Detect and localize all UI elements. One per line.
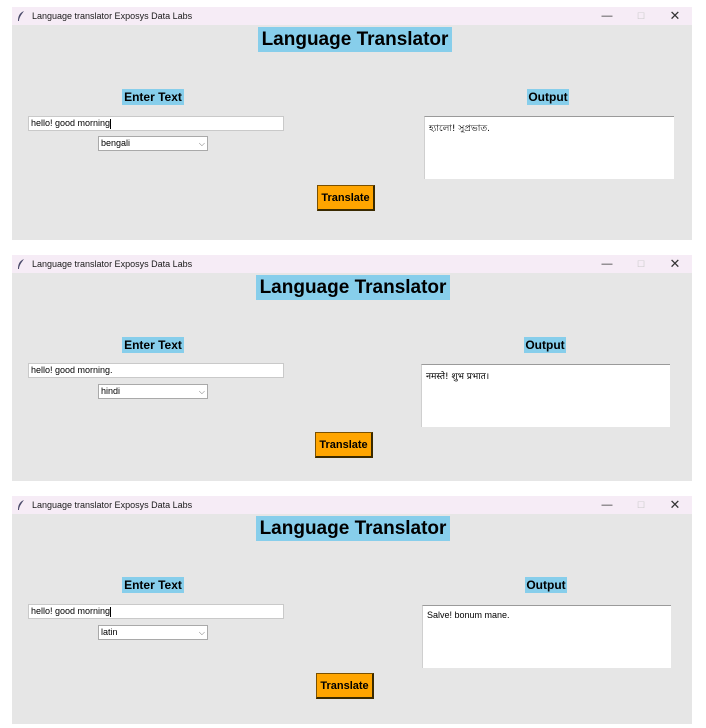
input-text-field[interactable]: hello! good morning: [28, 116, 284, 131]
input-text-field[interactable]: hello! good morning.: [28, 363, 284, 378]
feather-icon: [18, 500, 24, 510]
chevron-down-icon: ⌵: [198, 139, 205, 148]
input-text-value: hello! good morning: [31, 118, 111, 128]
title-bar: Language translator Exposys Data Labs — …: [12, 255, 692, 273]
app-heading: Language Translator: [256, 275, 450, 300]
maximize-icon[interactable]: ☐: [624, 7, 658, 25]
language-select[interactable]: hindi ⌵: [98, 384, 208, 399]
output-text: नमस्ते! शुभ प्रभात।: [426, 372, 490, 382]
output-label: Output: [527, 89, 569, 105]
minimize-icon[interactable]: —: [590, 255, 624, 273]
title-bar: Language translator Exposys Data Labs — …: [12, 7, 692, 25]
minimize-icon[interactable]: —: [590, 496, 624, 514]
translator-window-bengali: Language translator Exposys Data Labs — …: [12, 7, 692, 240]
window-title: Language translator Exposys Data Labs: [32, 11, 193, 21]
input-text-value: hello! good morning.: [31, 365, 113, 375]
language-select-value: latin: [101, 627, 118, 637]
text-caret: [110, 118, 112, 129]
minimize-icon[interactable]: —: [590, 7, 624, 25]
text-caret: [110, 606, 112, 617]
translate-button[interactable]: Translate: [316, 673, 374, 699]
enter-text-label: Enter Text: [122, 577, 184, 593]
translator-window-hindi: Language translator Exposys Data Labs — …: [12, 255, 692, 481]
enter-text-label: Enter Text: [122, 337, 184, 353]
language-select-value: bengali: [101, 138, 131, 148]
window-title: Language translator Exposys Data Labs: [32, 259, 193, 269]
close-icon[interactable]: ✕: [658, 255, 692, 273]
window-title: Language translator Exposys Data Labs: [32, 500, 193, 510]
chevron-down-icon: ⌵: [198, 387, 205, 396]
app-heading: Language Translator: [256, 516, 450, 541]
enter-text-label: Enter Text: [122, 89, 184, 105]
language-select[interactable]: bengali ⌵: [98, 136, 208, 151]
translate-button[interactable]: Translate: [315, 432, 373, 458]
translate-button[interactable]: Translate: [317, 185, 375, 211]
close-icon[interactable]: ✕: [658, 496, 692, 514]
feather-icon: [18, 259, 24, 269]
language-select-value: hindi: [101, 386, 121, 396]
feather-icon: [18, 11, 24, 21]
output-text: Salve! bonum mane.: [427, 610, 510, 620]
chevron-down-icon: ⌵: [198, 628, 205, 637]
output-textbox[interactable]: नमस्ते! शुभ प्रभात।: [421, 364, 670, 427]
title-bar: Language translator Exposys Data Labs — …: [12, 496, 692, 514]
output-textbox[interactable]: Salve! bonum mane.: [422, 605, 671, 668]
input-text-value: hello! good morning: [31, 606, 111, 616]
app-heading: Language Translator: [258, 27, 452, 52]
output-label: Output: [524, 337, 566, 353]
language-select[interactable]: latin ⌵: [98, 625, 208, 640]
output-textbox[interactable]: হ্যালো! সুপ্রভাত.: [424, 116, 674, 179]
input-text-field[interactable]: hello! good morning: [28, 604, 284, 619]
translator-window-latin: Language translator Exposys Data Labs — …: [12, 496, 692, 724]
maximize-icon[interactable]: ☐: [624, 496, 658, 514]
close-icon[interactable]: ✕: [658, 7, 692, 25]
maximize-icon[interactable]: ☐: [624, 255, 658, 273]
output-label: Output: [525, 577, 567, 593]
output-text: হ্যালো! সুপ্রভাত.: [429, 124, 490, 134]
